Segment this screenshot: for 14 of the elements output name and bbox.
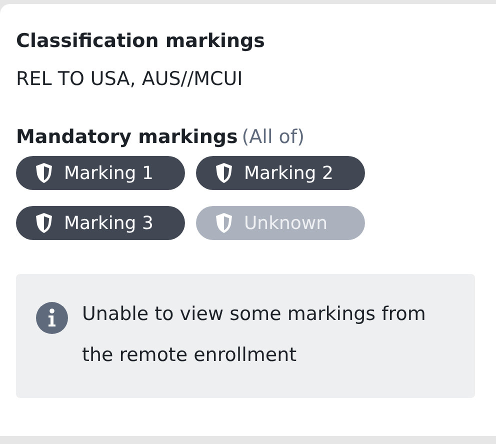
marking-tag: Unknown [196,206,365,240]
shield-icon [34,162,54,184]
marking-tag: Marking 1 [16,156,185,190]
section-heading: Mandatory markings [16,125,238,150]
section-heading: Classification markings [16,29,266,54]
shield-icon [214,162,234,184]
qualifier-label: (All of) [242,126,304,148]
marking-tag: Marking 2 [196,156,365,190]
marking-tag: Marking 3 [16,206,185,240]
shield-icon [34,212,54,234]
notice-text: Unable to view some markings from the remote enrollment [82,302,427,368]
shield-icon [214,212,234,234]
classification-value: REL TO USA, AUS//MCUI [16,67,244,92]
info-icon [36,302,68,334]
